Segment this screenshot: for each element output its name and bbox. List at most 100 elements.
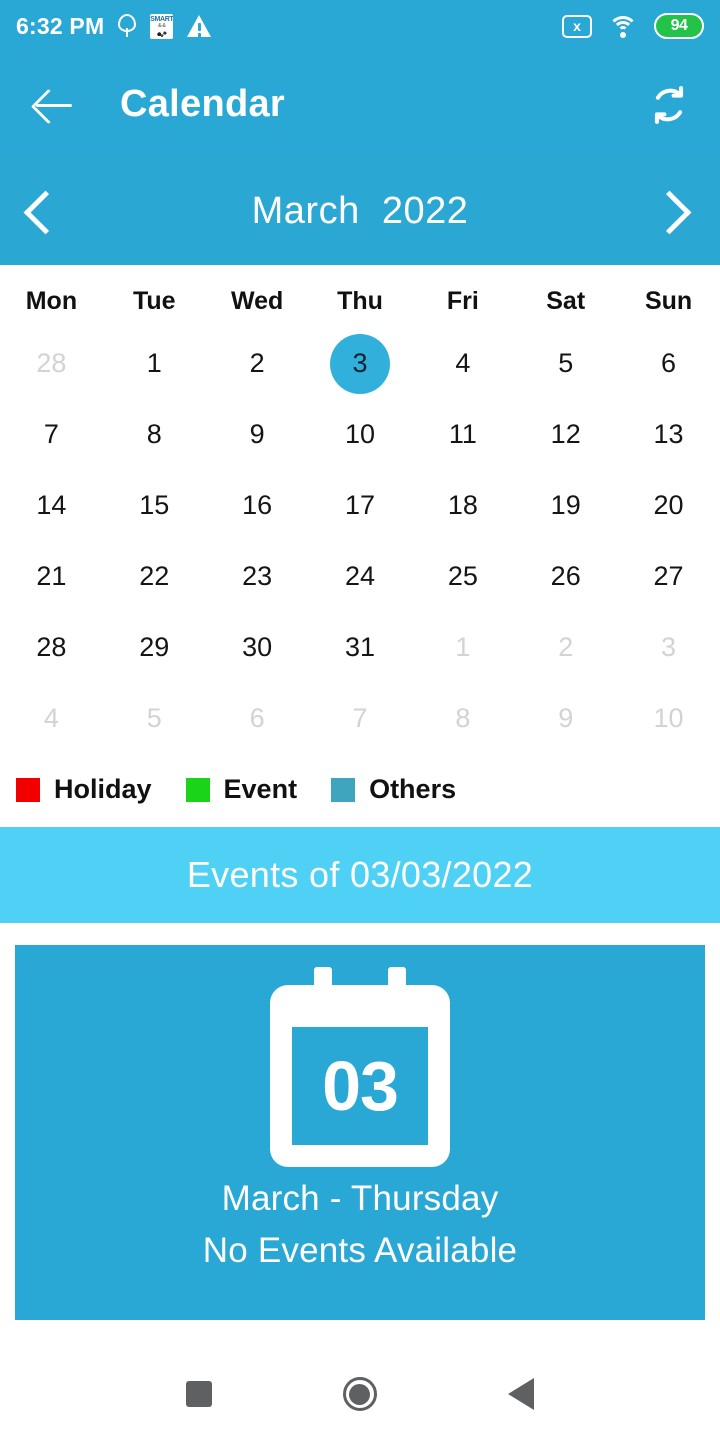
day-number: 1 (455, 632, 471, 662)
day-cell[interactable]: 10 (617, 683, 720, 754)
day-cell[interactable]: 26 (514, 541, 617, 612)
day-number: 11 (448, 419, 477, 449)
day-number: 2 (558, 632, 574, 662)
battery-level: 94 (670, 17, 688, 34)
calendar-week-row: 21 22 23 24 25 26 27 (0, 541, 720, 612)
day-number: 25 (447, 561, 478, 591)
day-cell[interactable]: 28 (0, 612, 103, 683)
day-number: 31 (344, 632, 375, 662)
day-cell[interactable]: 14 (0, 470, 103, 541)
day-cell[interactable]: 17 (309, 470, 412, 541)
refresh-icon[interactable] (646, 82, 692, 128)
next-month-chevron-icon[interactable] (654, 185, 694, 237)
day-cell[interactable]: 4 (0, 683, 103, 754)
battery-icon: 94 (654, 13, 704, 39)
day-cell[interactable]: 2 (206, 328, 309, 399)
wifi-icon (608, 15, 638, 38)
day-cell[interactable]: 13 (617, 399, 720, 470)
day-cell[interactable]: 16 (206, 470, 309, 541)
day-cell[interactable]: 12 (514, 399, 617, 470)
day-cell[interactable]: 5 (514, 328, 617, 399)
day-number: 6 (661, 348, 677, 378)
previous-month-chevron-icon[interactable] (26, 185, 66, 237)
day-cell[interactable]: 18 (411, 470, 514, 541)
day-cell[interactable]: 8 (103, 399, 206, 470)
day-number: 10 (344, 419, 375, 449)
calendar-week-row: 4 5 6 7 8 9 10 (0, 683, 720, 754)
day-number: 14 (36, 490, 67, 520)
day-number: 19 (550, 490, 581, 520)
day-cell[interactable]: 1 (103, 328, 206, 399)
day-number: 1 (146, 348, 162, 378)
day-cell[interactable]: 20 (617, 470, 720, 541)
day-number: 24 (344, 561, 375, 591)
back-arrow-icon[interactable] (28, 79, 80, 131)
calendar-week-row: 7 8 9 10 11 12 13 (0, 399, 720, 470)
day-cell[interactable]: 5 (103, 683, 206, 754)
day-number: 10 (653, 703, 684, 733)
app-bar: Calendar (0, 52, 720, 157)
day-cell[interactable]: 3 (617, 612, 720, 683)
legend-item-others: Others (331, 774, 456, 805)
card-month-weekday: March - Thursday (221, 1179, 499, 1218)
day-cell[interactable]: 1 (411, 612, 514, 683)
day-cell[interactable]: 6 (206, 683, 309, 754)
day-number: 17 (344, 490, 375, 520)
day-cell[interactable]: 8 (411, 683, 514, 754)
back-button-icon[interactable] (508, 1378, 535, 1410)
day-cell[interactable]: 30 (206, 612, 309, 683)
no-sim-glyph: x (573, 18, 581, 34)
day-cell[interactable]: 9 (514, 683, 617, 754)
day-cell[interactable]: 7 (0, 399, 103, 470)
day-cell[interactable]: 25 (411, 541, 514, 612)
others-color-swatch (331, 777, 356, 802)
day-cell[interactable]: 6 (617, 328, 720, 399)
day-number: 7 (352, 703, 368, 733)
recents-button-icon[interactable] (185, 1381, 212, 1407)
day-cell[interactable]: 23 (206, 541, 309, 612)
month-year-label: March 2022 (251, 189, 469, 232)
legend-item-holiday: Holiday (16, 774, 152, 805)
no-events-card[interactable]: 03 March - Thursday No Events Available (15, 945, 705, 1320)
day-cell[interactable]: 19 (514, 470, 617, 541)
day-cell[interactable]: 4 (411, 328, 514, 399)
weekday-label-tue: Tue (132, 287, 176, 315)
day-cell[interactable]: 21 (0, 541, 103, 612)
day-cell[interactable]: 31 (309, 612, 412, 683)
status-bar-right: x 94 (562, 13, 704, 39)
legend-label: Others (369, 774, 457, 804)
day-cell[interactable]: 11 (411, 399, 514, 470)
day-cell[interactable]: 7 (309, 683, 412, 754)
status-time: 6:32 PM (16, 12, 105, 39)
day-number: 9 (249, 419, 265, 449)
day-number: 21 (36, 561, 67, 591)
weekday-header-row: Mon Tue Wed Thu Fri Sat Sun (0, 273, 720, 328)
legend-label: Holiday (54, 774, 152, 804)
day-cell[interactable]: 24 (309, 541, 412, 612)
legend: Holiday Event Others (0, 754, 720, 827)
calendar-week-row: 28 1 2 3 4 5 6 (0, 328, 720, 399)
warning-icon (187, 15, 212, 37)
day-cell[interactable]: 9 (206, 399, 309, 470)
home-button-icon[interactable] (342, 1377, 377, 1411)
weekday-label-fri: Fri (446, 287, 479, 315)
day-cell[interactable]: 28 (0, 328, 103, 399)
day-number: 2 (249, 348, 265, 378)
day-number: 20 (653, 490, 684, 520)
day-number: 4 (43, 703, 59, 733)
day-number: 7 (43, 419, 59, 449)
weekday-label-thu: Thu (337, 287, 383, 315)
day-cell-selected[interactable]: 3 (309, 328, 412, 399)
day-cell[interactable]: 2 (514, 612, 617, 683)
day-cell[interactable]: 15 (103, 470, 206, 541)
day-cell[interactable]: 10 (309, 399, 412, 470)
day-cell[interactable]: 22 (103, 541, 206, 612)
android-nav-bar (0, 1348, 720, 1440)
calendar-week-row: 14 15 16 17 18 19 20 (0, 470, 720, 541)
calendar-grid: Mon Tue Wed Thu Fri Sat Sun 28 1 2 3 4 5… (0, 265, 720, 754)
day-cell[interactable]: 29 (103, 612, 206, 683)
no-sim-icon: x (562, 14, 592, 38)
day-number: 3 (661, 632, 677, 662)
day-cell[interactable]: 27 (617, 541, 720, 612)
day-number: 16 (242, 490, 273, 520)
